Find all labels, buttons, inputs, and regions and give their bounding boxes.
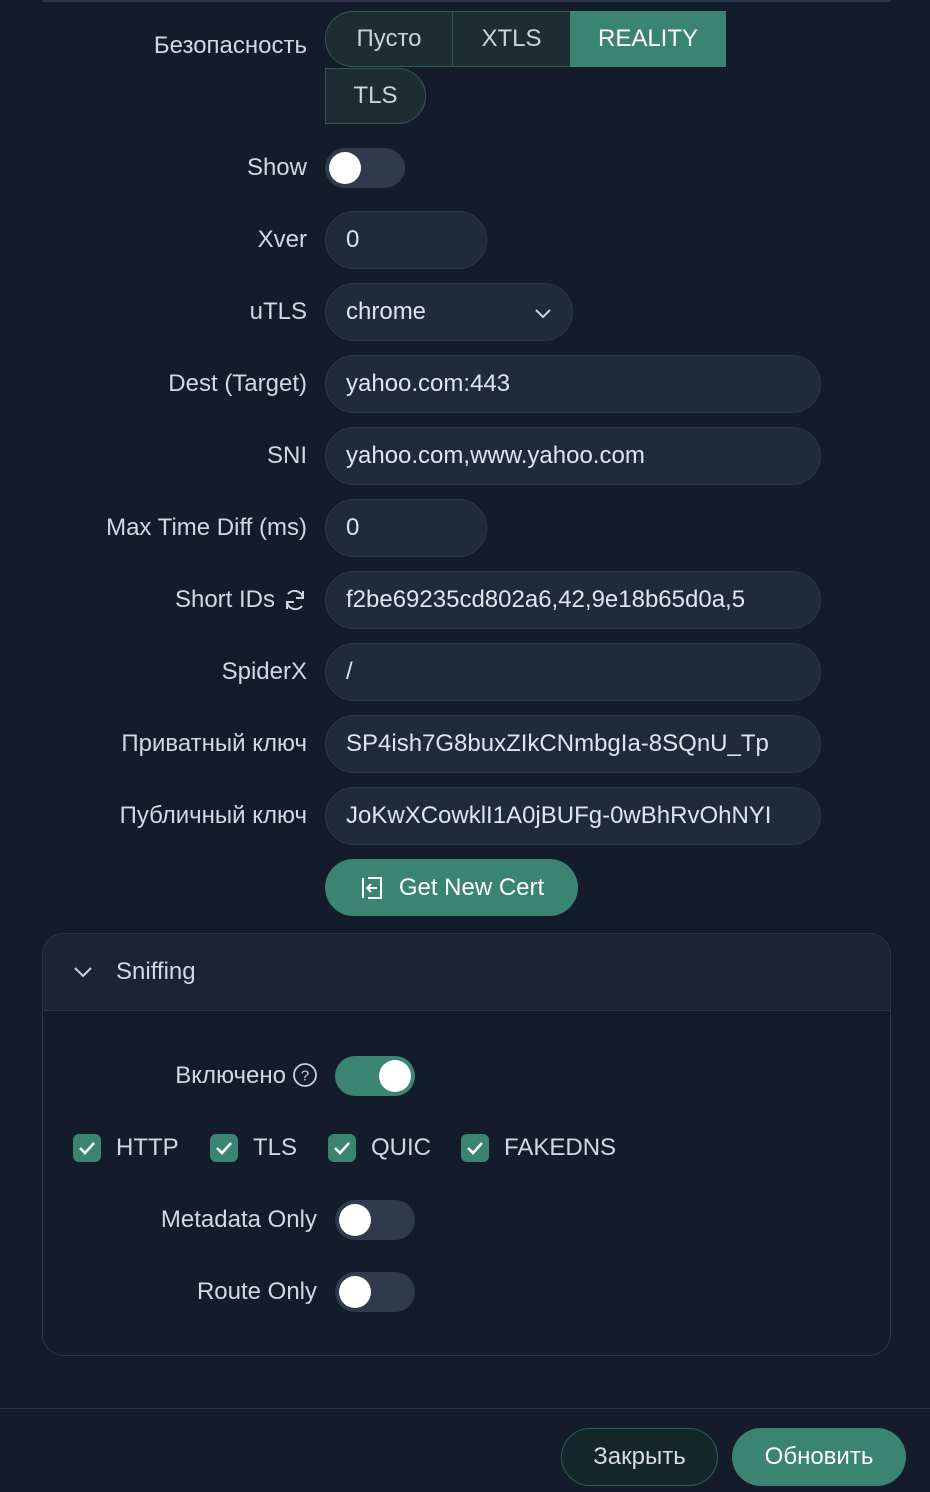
quic-label: QUIC	[371, 1134, 431, 1161]
private-key-input[interactable]: SP4ish7G8buxZIkCNmbgIa-8SQnU_Tp	[325, 715, 821, 773]
public-key-input[interactable]: JoKwXCowklI1A0jBUFg-0wBhRvOhNYI	[325, 787, 821, 845]
check-icon	[334, 1142, 350, 1155]
close-button[interactable]: Закрыть	[561, 1428, 718, 1486]
help-icon[interactable]: ?	[292, 1062, 318, 1088]
get-new-cert-button[interactable]: Get New Cert	[325, 859, 578, 916]
xver-label: Xver	[257, 226, 307, 253]
fakedns-label: FAKEDNS	[504, 1134, 617, 1161]
check-icon	[79, 1142, 95, 1155]
spiderx-input[interactable]: /	[325, 643, 821, 701]
route-only-label: Route Only	[196, 1278, 317, 1305]
sni-input[interactable]: yahoo.com,www.yahoo.com	[325, 427, 821, 485]
security-option-none[interactable]: Пусто	[325, 11, 453, 67]
chevron-down-icon	[535, 309, 551, 319]
sniffing-header[interactable]: Sniffing	[43, 934, 890, 1011]
dest-input[interactable]: yahoo.com:443	[325, 355, 821, 413]
check-icon	[467, 1142, 483, 1155]
dest-label: Dest (Target)	[168, 370, 307, 397]
http-label: HTTP	[116, 1134, 179, 1161]
utls-select-value: chrome	[346, 298, 427, 325]
spiderx-label: SpiderX	[221, 658, 307, 685]
security-label: Безопасность	[153, 32, 307, 59]
update-button[interactable]: Обновить	[732, 1428, 906, 1486]
tls-label: TLS	[253, 1134, 298, 1161]
sniffing-enabled-toggle[interactable]	[335, 1056, 415, 1096]
metadata-only-label: Metadata Only	[160, 1206, 317, 1233]
toggle-knob	[379, 1060, 411, 1092]
sniffing-enabled-label: Включено	[175, 1062, 286, 1089]
short-ids-input[interactable]: f2be69235cd802a6,42,9e18b65d0a,5	[325, 571, 821, 629]
xver-input[interactable]: 0	[325, 211, 487, 269]
security-option-tls[interactable]: TLS	[325, 68, 426, 124]
toggle-knob	[329, 152, 361, 184]
toggle-knob	[339, 1276, 371, 1308]
toggle-knob	[339, 1204, 371, 1236]
show-toggle[interactable]	[325, 148, 405, 188]
short-ids-label: Short IDs	[174, 586, 275, 613]
footer-divider	[0, 1408, 930, 1409]
max-time-diff-label: Max Time Diff (ms)	[106, 514, 307, 541]
public-key-label: Публичный ключ	[119, 802, 307, 829]
top-divider	[42, 0, 891, 2]
security-option-reality[interactable]: REALITY	[570, 11, 726, 67]
tls-checkbox[interactable]	[210, 1134, 238, 1162]
svg-text:?: ?	[301, 1068, 309, 1085]
sniffing-title: Sniffing	[116, 958, 196, 985]
refresh-icon[interactable]	[282, 587, 308, 613]
route-only-toggle[interactable]	[335, 1272, 415, 1312]
sni-label: SNI	[266, 442, 307, 469]
check-icon	[216, 1142, 232, 1155]
get-new-cert-label: Get New Cert	[398, 873, 545, 901]
metadata-only-toggle[interactable]	[335, 1200, 415, 1240]
chevron-down-icon	[74, 967, 92, 978]
import-icon	[361, 876, 382, 899]
max-time-diff-input[interactable]: 0	[325, 499, 487, 557]
sniffing-panel: Sniffing Включено ? HTTP TLS QUIC FAKEDN…	[42, 933, 891, 1356]
quic-checkbox[interactable]	[328, 1134, 356, 1162]
private-key-label: Приватный ключ	[121, 730, 307, 757]
utls-label: uTLS	[249, 298, 307, 325]
utls-select[interactable]: chrome	[325, 283, 573, 341]
security-option-xtls[interactable]: XTLS	[452, 11, 571, 67]
http-checkbox[interactable]	[73, 1134, 101, 1162]
fakedns-checkbox[interactable]	[461, 1134, 489, 1162]
show-label: Show	[246, 154, 307, 181]
